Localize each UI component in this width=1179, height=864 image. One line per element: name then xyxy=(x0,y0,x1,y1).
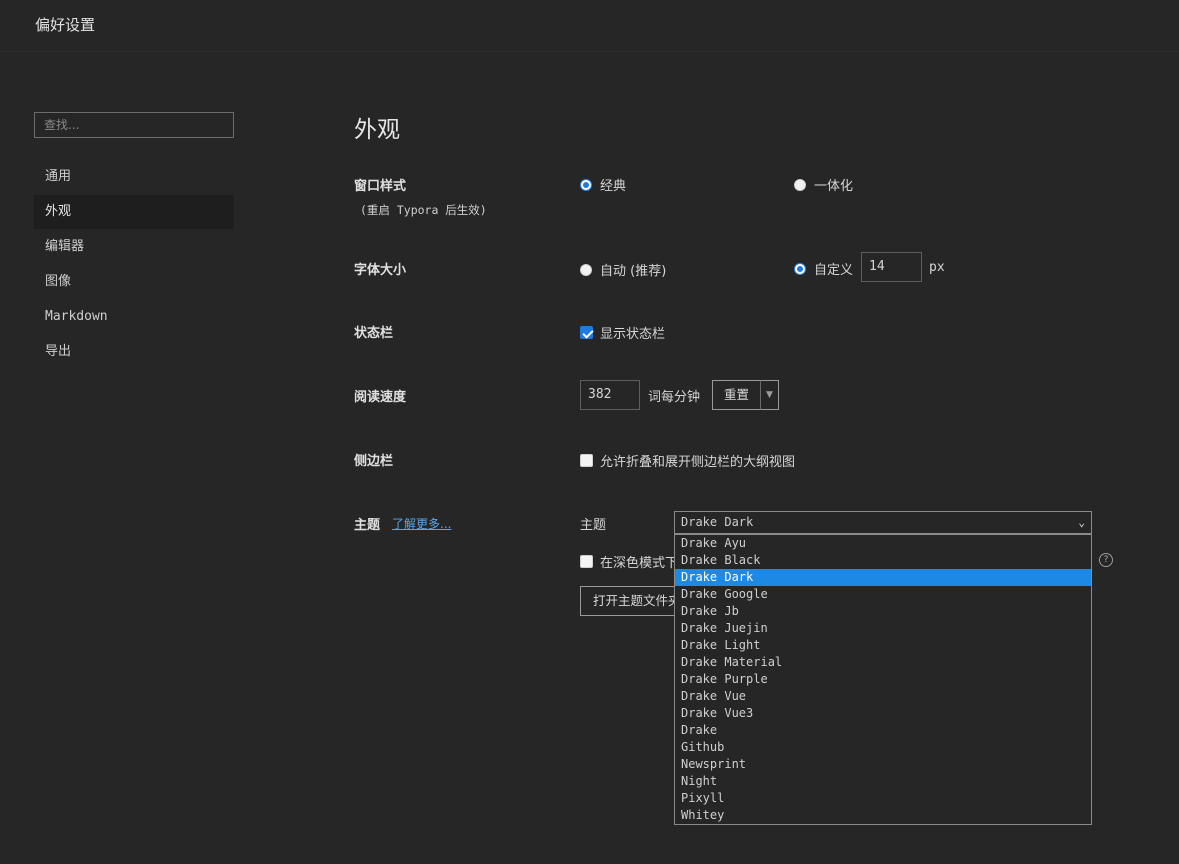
font-size-unit: px xyxy=(929,260,945,275)
window-style-unified-option[interactable]: 一体化 xyxy=(794,175,853,194)
theme-option[interactable]: Drake Light xyxy=(675,637,1091,654)
radio-unified-label: 一体化 xyxy=(814,179,854,194)
window-style-classic-option[interactable]: 经典 xyxy=(580,175,626,194)
sidebar-item-markdown[interactable]: Markdown xyxy=(34,300,234,334)
dark-mode-theme-checkbox[interactable] xyxy=(580,555,593,568)
window-style-label: 窗口样式 xyxy=(354,179,407,194)
window-title: 偏好设置 xyxy=(35,16,96,34)
sidebar-outline-checkbox-label: 允许折叠和展开侧边栏的大纲视图 xyxy=(600,455,796,470)
theme-option[interactable]: Drake Ayu xyxy=(675,535,1091,552)
font-size-custom-option[interactable]: 自定义 xyxy=(794,259,853,278)
theme-option[interactable]: Drake Juejin xyxy=(675,620,1091,637)
sidebar-item-editor[interactable]: 编辑器 xyxy=(34,230,234,264)
status-bar-checkbox[interactable] xyxy=(580,326,593,339)
theme-select-value: Drake Dark xyxy=(681,515,754,529)
theme-option[interactable]: Drake Purple xyxy=(675,671,1091,688)
radio-custom-label: 自定义 xyxy=(814,263,854,278)
status-bar-checkbox-label: 显示状态栏 xyxy=(600,327,666,342)
theme-option[interactable]: Drake Vue3 xyxy=(675,705,1091,722)
search-input[interactable] xyxy=(34,112,234,138)
sidebar-setting-label: 侧边栏 xyxy=(354,454,394,469)
theme-option[interactable]: Drake xyxy=(675,722,1091,739)
help-icon[interactable]: ? xyxy=(1099,553,1113,567)
dark-mode-theme-checkbox-label: 在深色模式下 xyxy=(600,556,679,571)
radio-custom[interactable] xyxy=(794,262,806,275)
theme-label: 主题 xyxy=(354,518,381,533)
theme-option[interactable]: Drake Material xyxy=(675,654,1091,671)
reset-button[interactable]: 重置 xyxy=(712,380,761,410)
window-style-note: (重启 Typora 后生效) xyxy=(360,203,487,217)
radio-classic-label: 经典 xyxy=(600,179,627,194)
theme-option[interactable]: Drake Vue xyxy=(675,688,1091,705)
theme-option-selected[interactable]: Drake Dark xyxy=(675,569,1091,586)
reading-speed-input[interactable]: 382 xyxy=(580,380,640,410)
theme-option[interactable]: Drake Jb xyxy=(675,603,1091,620)
radio-auto-label: 自动 (推荐) xyxy=(600,264,667,279)
learn-more-link[interactable]: 了解更多... xyxy=(392,515,451,532)
sidebar-nav: 通用 外观 编辑器 图像 Markdown 导出 xyxy=(34,160,234,369)
theme-option[interactable]: Night xyxy=(675,773,1091,790)
chevron-down-icon: ⌄ xyxy=(1078,516,1085,529)
sidebar: 通用 外观 编辑器 图像 Markdown 导出 xyxy=(34,112,234,370)
reset-dropdown-button[interactable]: ▼ xyxy=(760,380,779,410)
theme-option[interactable]: Pixyll xyxy=(675,790,1091,807)
font-size-label: 字体大小 xyxy=(354,263,407,278)
radio-classic[interactable] xyxy=(580,178,592,191)
radio-unified[interactable] xyxy=(794,178,806,191)
page-title: 外观 xyxy=(354,117,400,143)
sidebar-item-general[interactable]: 通用 xyxy=(34,160,234,194)
theme-option[interactable]: Newsprint xyxy=(675,756,1091,773)
dark-mode-theme-option[interactable]: 在深色模式下 xyxy=(580,552,678,571)
theme-select-label: 主题 xyxy=(580,518,607,533)
title-bar: 偏好设置 xyxy=(0,0,1179,52)
theme-option[interactable]: Whitey xyxy=(675,807,1091,824)
status-bar-label: 状态栏 xyxy=(354,326,394,341)
theme-option[interactable]: Drake Google xyxy=(675,586,1091,603)
sidebar-item-image[interactable]: 图像 xyxy=(34,265,234,299)
radio-auto[interactable] xyxy=(580,263,592,276)
theme-select[interactable]: Drake Dark ⌄ xyxy=(674,511,1092,534)
font-size-auto-option[interactable]: 自动 (推荐) xyxy=(580,260,666,279)
sidebar-item-export[interactable]: 导出 xyxy=(34,335,234,369)
reading-speed-unit: 词每分钟 xyxy=(648,390,701,405)
status-bar-option[interactable]: 显示状态栏 xyxy=(580,323,665,342)
sidebar-item-appearance[interactable]: 外观 xyxy=(34,195,234,229)
theme-option[interactable]: Github xyxy=(675,739,1091,756)
reading-speed-label: 阅读速度 xyxy=(354,390,407,405)
font-size-input[interactable]: 14 xyxy=(861,252,922,282)
sidebar-outline-option[interactable]: 允许折叠和展开侧边栏的大纲视图 xyxy=(580,451,795,470)
theme-option[interactable]: Drake Black xyxy=(675,552,1091,569)
theme-dropdown-list: Drake Ayu Drake Black Drake Dark Drake G… xyxy=(674,534,1092,825)
sidebar-outline-checkbox[interactable] xyxy=(580,454,593,467)
